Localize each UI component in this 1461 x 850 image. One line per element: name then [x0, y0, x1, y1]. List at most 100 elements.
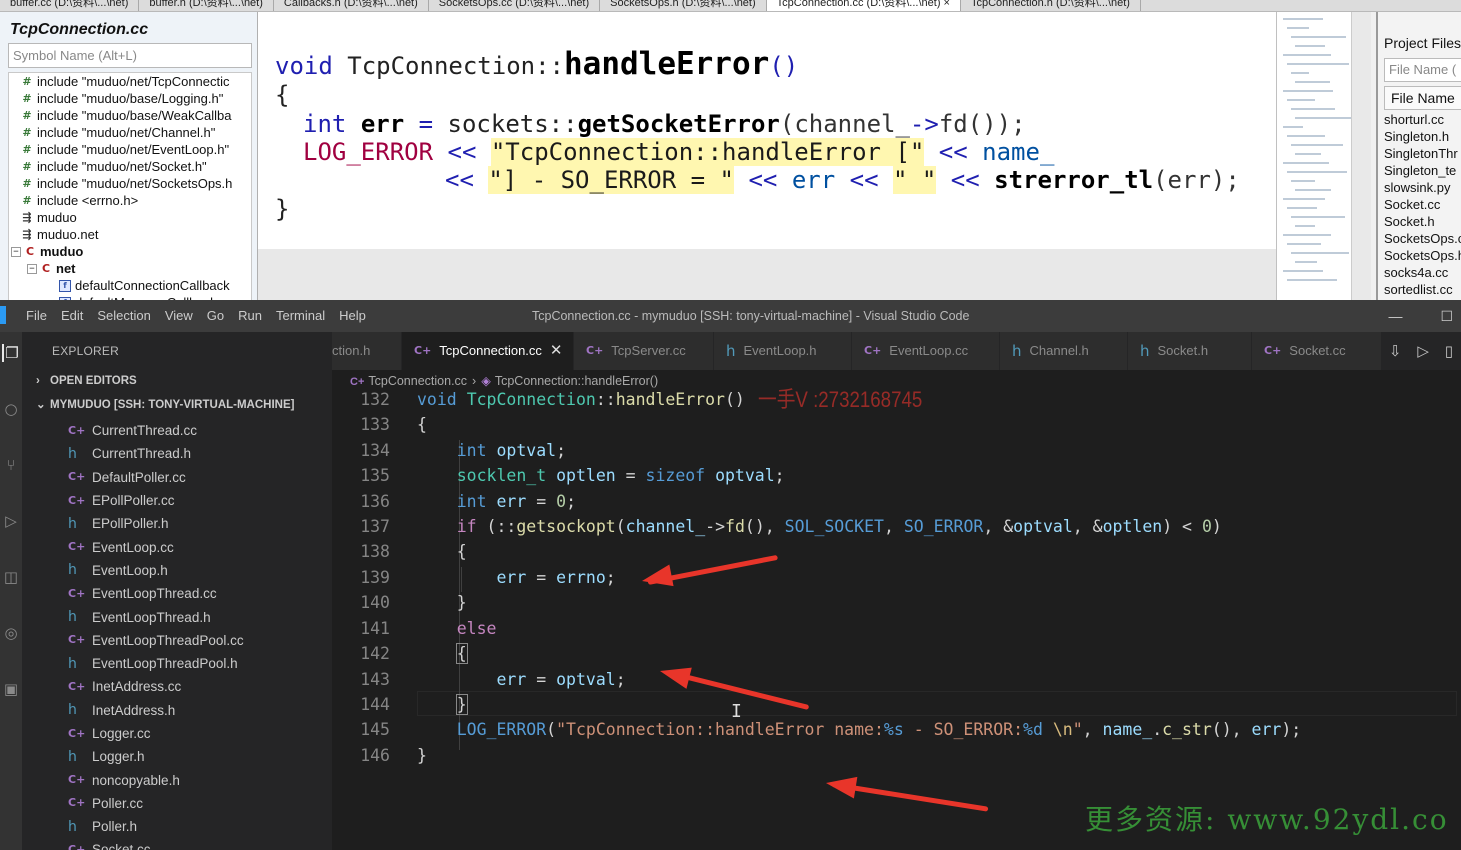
project-file-item[interactable]: Socket.cc [1384, 196, 1461, 213]
symbol-item[interactable]: − Cmuduo [9, 243, 251, 260]
run-debug-icon[interactable]: ▷ [2, 512, 20, 530]
file-item[interactable]: h Poller.h [22, 815, 332, 838]
symbol-item[interactable]: # include "muduo/net/Channel.h" [9, 124, 251, 141]
symbol-item[interactable]: # include "muduo/base/WeakCallba [9, 107, 251, 124]
project-file-item[interactable]: SocketsOps.h [1384, 247, 1461, 264]
collapse-toggle[interactable]: − [27, 263, 37, 274]
explorer-icon[interactable]: ❐ [2, 344, 20, 362]
maximize-button[interactable]: ☐ [1440, 300, 1453, 332]
editor-tab[interactable]: h Socket.h [1128, 332, 1252, 370]
editor-tab[interactable]: h EventLoop.h [714, 332, 852, 370]
menu-file[interactable]: File [26, 300, 47, 332]
menu-go[interactable]: Go [207, 300, 224, 332]
editor-tab[interactable]: ction.h [332, 332, 402, 370]
file-item[interactable]: C+ EventLoopThreadPool.cc [22, 629, 332, 652]
panel-icon[interactable]: ▣ [2, 680, 20, 698]
file-item[interactable]: C+ EPollPoller.cc [22, 489, 332, 512]
editor-tab[interactable]: C+ TcpServer.cc [574, 332, 714, 370]
extensions-icon[interactable]: ◫ [2, 568, 20, 586]
menu-view[interactable]: View [165, 300, 193, 332]
file-item[interactable]: h Logger.h [22, 745, 332, 768]
file-item[interactable]: C+ Socket.cc [22, 838, 332, 850]
symbol-label: include <errno.h> [37, 193, 139, 208]
file-item[interactable]: h InetAddress.h [22, 699, 332, 722]
si-code-line: << "] - SO_ERROR = " << err << " " << st… [445, 166, 1240, 194]
project-file-item[interactable]: shorturl.cc [1384, 111, 1461, 128]
file-item[interactable]: C+ Poller.cc [22, 792, 332, 815]
file-item[interactable]: h EventLoopThread.h [22, 605, 332, 628]
project-file-item[interactable]: Socket.h [1384, 213, 1461, 230]
source-insight-tab-bar: buffer.cc (D:\资料\...\net) buffer.h (D:\资… [0, 0, 1461, 12]
run-icon[interactable]: ▷ [1417, 342, 1429, 360]
symbol-item[interactable]: ⇶ muduo.net [9, 226, 251, 243]
project-file-item[interactable]: socks4a.cc [1384, 264, 1461, 281]
editor-tab[interactable]: h Channel.h [1000, 332, 1128, 370]
file-item[interactable]: C+ InetAddress.cc [22, 675, 332, 698]
symbol-item[interactable]: # include "muduo/base/Logging.h" [9, 90, 251, 107]
code-editor[interactable]: 132 133 134 135 136 137 138 139 140 141 … [332, 392, 1461, 850]
open-editors-section[interactable]: › OPEN EDITORS [36, 373, 137, 389]
menu-help[interactable]: Help [339, 300, 366, 332]
menu-edit[interactable]: Edit [61, 300, 83, 332]
search-icon[interactable]: ○ [2, 400, 20, 418]
symbol-item[interactable]: f defaultConnectionCallback [9, 277, 251, 294]
project-file-item[interactable]: SingletonThr [1384, 145, 1461, 162]
si-tab-active[interactable]: TcpConnection.cc (D:\资料\...\net) × [766, 0, 961, 11]
file-item[interactable]: h CurrentThread.h [22, 442, 332, 465]
project-file-item[interactable]: Singleton_te [1384, 162, 1461, 179]
symbol-search-input[interactable]: Symbol Name (Alt+L) [8, 43, 252, 68]
file-item[interactable]: C+ EventLoopThread.cc [22, 582, 332, 605]
si-tab[interactable]: SocketsOps.cc (D:\资料\...\net) [429, 0, 601, 11]
file-item[interactable]: h EPollPoller.h [22, 512, 332, 535]
source-insight-scrollbar[interactable] [1351, 12, 1371, 300]
breadcrumb-symbol[interactable]: TcpConnection::handleError() [495, 374, 658, 388]
editor-tab-active[interactable]: C+ TcpConnection.cc ✕ [402, 332, 574, 370]
menu-terminal[interactable]: Terminal [276, 300, 325, 332]
file-label: EPollPoller.h [92, 516, 169, 532]
file-item[interactable]: C+ Logger.cc [22, 722, 332, 745]
close-icon[interactable]: ✕ [550, 332, 563, 370]
si-tab[interactable]: TcpConnection.h (D:\资料\...\net) [961, 0, 1141, 11]
menu-selection[interactable]: Selection [97, 300, 150, 332]
project-file-item[interactable]: SocketsOps.c [1384, 230, 1461, 247]
editor-tab[interactable]: C+ EventLoop.cc [852, 332, 1000, 370]
project-file-item[interactable]: sortedlist.cc [1384, 281, 1461, 298]
file-item[interactable]: C+ EventLoop.cc [22, 535, 332, 558]
si-tab[interactable]: buffer.h (D:\资料\...\net) [139, 0, 274, 11]
split-editor-icon[interactable]: ▯ [1445, 342, 1453, 360]
remote-action-icon[interactable]: ⇩ [1389, 342, 1402, 360]
remote-explorer-icon[interactable]: ◎ [2, 624, 20, 642]
editor-tab[interactable]: C+ Socket.cc [1252, 332, 1382, 370]
symbol-item[interactable]: # include "muduo/net/TcpConnectic [9, 73, 251, 90]
workspace-section[interactable]: ⌄ MYMUDUO [SSH: TONY-VIRTUAL-MACHINE] [36, 397, 294, 413]
collapse-toggle[interactable]: − [11, 246, 21, 257]
project-file-item[interactable]: slowsink.py [1384, 179, 1461, 196]
symbol-item[interactable]: # include <errno.h> [9, 192, 251, 209]
breadcrumb-file[interactable]: TcpConnection.cc [368, 374, 467, 388]
symbol-item[interactable]: − Cnet [9, 260, 251, 277]
si-tab[interactable]: buffer.cc (D:\资料\...\net) [0, 0, 140, 11]
file-name-column-header[interactable]: File Name [1384, 86, 1461, 110]
file-item[interactable]: C+ DefaultPoller.cc [22, 466, 332, 489]
file-item[interactable]: C+ noncopyable.h [22, 768, 332, 791]
menu-run[interactable]: Run [238, 300, 262, 332]
minimize-button[interactable]: — [1388, 300, 1402, 332]
si-tab[interactable]: Callbacks.h (D:\资料\...\net) [274, 0, 429, 11]
symbol-label: defaultConnectionCallback [75, 278, 230, 293]
symbol-item[interactable]: # include "muduo/net/EventLoop.h" [9, 141, 251, 158]
si-tab[interactable]: SocketsOps.h (D:\资料\...\net) [600, 0, 767, 11]
symbol-item[interactable]: # include "muduo/net/SocketsOps.h [9, 175, 251, 192]
project-file-item[interactable]: Singleton.h [1384, 128, 1461, 145]
symbol-item[interactable]: ⇶ muduo [9, 209, 251, 226]
symbol-item[interactable]: # include "muduo/net/Socket.h" [9, 158, 251, 175]
file-name-filter-input[interactable]: File Name ( [1384, 58, 1461, 82]
source-control-icon[interactable]: ⑂ [2, 456, 20, 474]
file-item[interactable]: h EventLoopThreadPool.h [22, 652, 332, 675]
source-insight-code-view[interactable]: void TcpConnection::handleError() { int … [258, 12, 1276, 249]
code-line: if (::getsockopt(channel_->fd(), SOL_SOC… [456, 517, 1222, 536]
file-item[interactable]: C+ CurrentThread.cc [22, 419, 332, 442]
file-item[interactable]: h EventLoop.h [22, 559, 332, 582]
minimap-line [1287, 99, 1315, 101]
tab-label: Socket.h [1157, 343, 1209, 358]
cpp-file-icon: C+ [68, 773, 86, 787]
